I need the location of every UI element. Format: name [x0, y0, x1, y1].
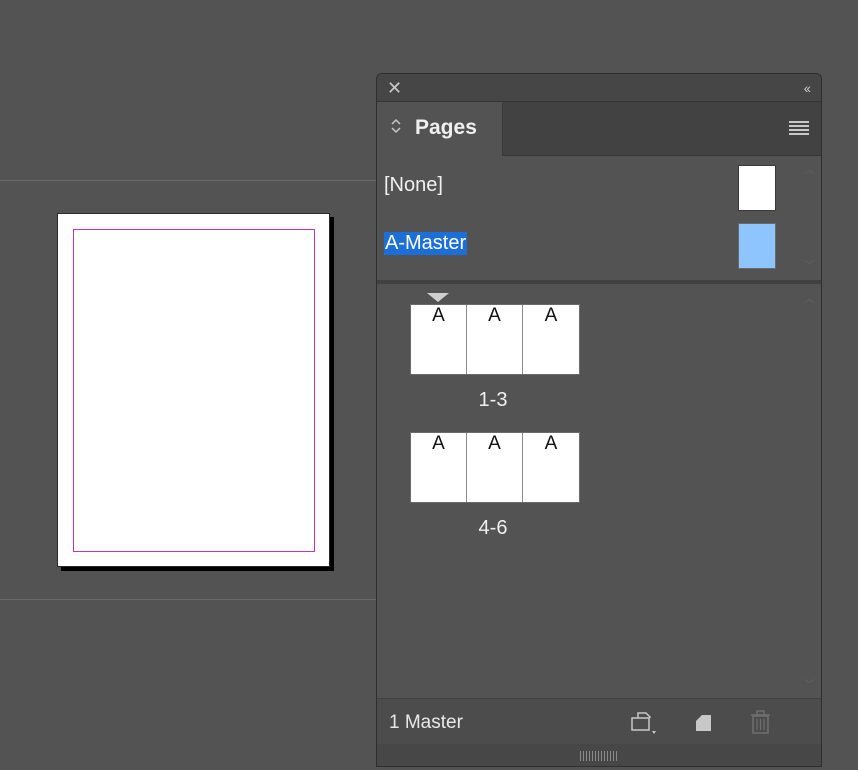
panel-tab-strip: Pages — [377, 102, 821, 156]
master-prefix: A — [544, 433, 558, 454]
current-spread-marker-icon — [427, 293, 449, 302]
page-thumbnail[interactable]: A — [411, 433, 467, 502]
spread-page-range: 4-6 — [478, 517, 508, 539]
document-page[interactable] — [57, 213, 330, 567]
page-thumbnail[interactable]: A — [523, 433, 579, 502]
spread-thumbnail[interactable]: A A A — [410, 304, 580, 375]
master-prefix: A — [432, 305, 445, 326]
panel-title-bar[interactable]: ✕ ‹‹ — [377, 74, 821, 102]
pasteboard-edge-top — [0, 180, 378, 181]
masters-section: [None] A-Master ︿ ﹀ — [377, 157, 821, 280]
resize-grip[interactable] — [377, 744, 821, 766]
margin-guides — [73, 229, 315, 552]
master-count-status: 1 Master — [389, 712, 463, 733]
master-prefix: A — [544, 305, 558, 326]
master-prefix: A — [488, 433, 501, 454]
master-thumbnail[interactable] — [738, 165, 776, 211]
edit-page-size-icon[interactable] — [629, 709, 657, 735]
pasteboard-edge-bottom — [0, 599, 378, 600]
grip-lines-icon — [580, 751, 618, 761]
collapse-panel-icon[interactable]: ‹‹ — [804, 78, 811, 98]
page-thumbnail[interactable]: A — [411, 305, 467, 374]
scroll-down-icon[interactable]: ﹀ — [804, 257, 815, 273]
panel-menu-icon[interactable] — [789, 121, 809, 135]
master-prefix: A — [432, 433, 445, 454]
new-page-icon[interactable] — [691, 709, 719, 735]
page-thumbnail[interactable]: A — [523, 305, 579, 374]
page-thumbnail[interactable]: A — [467, 433, 523, 502]
tab-label: Pages — [415, 116, 477, 139]
spread-page-range: 1-3 — [478, 389, 508, 411]
scroll-up-icon[interactable]: ︿ — [804, 161, 815, 177]
master-label: A-Master — [384, 232, 468, 255]
expand-collapse-icon[interactable] — [391, 116, 401, 136]
section-splitter[interactable] — [377, 280, 821, 284]
master-thumbnail[interactable] — [738, 223, 776, 269]
scroll-down-icon[interactable]: ﹀ — [804, 676, 815, 692]
spread-thumbnail[interactable]: A A A — [410, 432, 580, 503]
master-prefix: A — [488, 305, 501, 326]
master-item-a-master[interactable]: A-Master — [377, 220, 821, 269]
page-thumbnail[interactable]: A — [467, 305, 523, 374]
pages-panel: ✕ ‹‹ Pages [None] A-Master ︿ ﹀ ︿ A A A 1… — [376, 73, 822, 767]
scroll-up-icon[interactable]: ︿ — [804, 290, 815, 306]
tab-pages[interactable]: Pages — [377, 102, 503, 156]
panel-footer: 1 Master — [377, 698, 821, 744]
close-icon[interactable]: ✕ — [387, 78, 402, 98]
master-label: [None] — [384, 174, 443, 196]
master-item-none[interactable]: [None] — [377, 162, 821, 211]
delete-page-icon[interactable] — [747, 709, 775, 735]
